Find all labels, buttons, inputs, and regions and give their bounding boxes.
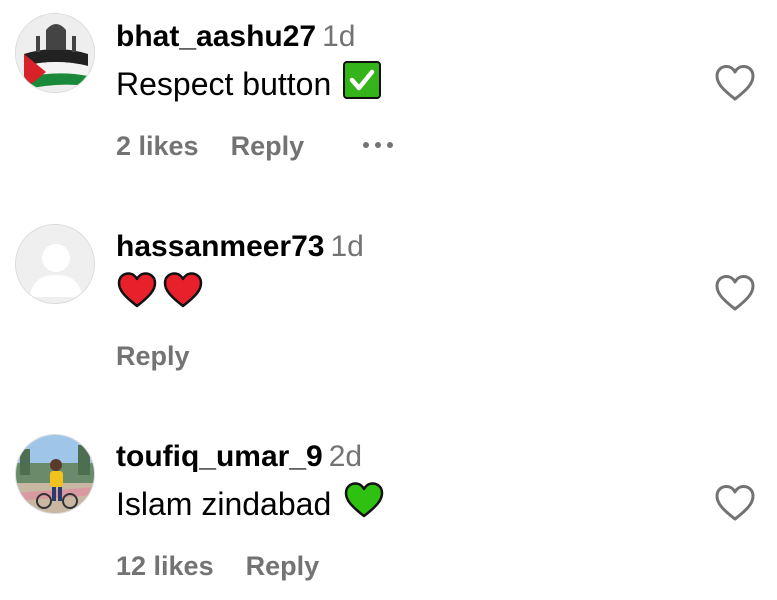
comment-username[interactable]: toufiq_umar_9 2d — [116, 440, 362, 474]
comment-username[interactable]: bhat_aashu27 1d — [116, 20, 355, 54]
comment-actions: 12 likes Reply — [116, 551, 319, 582]
reply-button[interactable]: Reply — [231, 131, 305, 162]
comment-text-content: Islam zindabad — [116, 485, 332, 522]
default-avatar-icon — [16, 225, 94, 303]
palestine-flag-avatar-icon — [16, 14, 94, 92]
red-heart-icon — [116, 271, 158, 317]
reply-button[interactable]: Reply — [246, 551, 320, 582]
comment-timestamp: 1d — [330, 230, 364, 263]
comment-actions: 2 likes Reply — [116, 131, 304, 162]
comment-text-content: Respect button — [116, 65, 332, 102]
avatar[interactable] — [15, 224, 95, 304]
avatar[interactable] — [15, 13, 95, 93]
comment-text: Respect button — [116, 61, 382, 107]
like-heart-icon[interactable] — [714, 484, 756, 522]
red-heart-icon — [162, 271, 204, 317]
reply-button[interactable]: Reply — [116, 341, 190, 372]
comment-item: bhat_aashu27 1d Respect button 2 likes Re… — [0, 0, 777, 200]
comment-item: hassanmeer73 1d Reply — [0, 200, 777, 400]
likes-count[interactable]: 12 likes — [116, 551, 214, 582]
comment-username[interactable]: hassanmeer73 1d — [116, 230, 364, 264]
username-text[interactable]: hassanmeer73 — [116, 230, 324, 263]
photo-avatar-icon — [16, 435, 94, 513]
like-heart-icon[interactable] — [714, 274, 756, 312]
more-options-icon[interactable] — [363, 142, 393, 148]
comment-timestamp: 1d — [322, 20, 356, 53]
comment-text — [116, 271, 204, 317]
likes-count[interactable]: 2 likes — [116, 131, 199, 162]
like-heart-icon[interactable] — [714, 64, 756, 102]
comment-item: toufiq_umar_9 2d Islam zindabad 12 likes … — [0, 400, 777, 600]
comment-text: Islam zindabad — [116, 481, 385, 527]
comment-timestamp: 2d — [328, 440, 363, 473]
check-mark-button-icon — [343, 61, 382, 107]
green-heart-icon — [343, 481, 385, 527]
username-text[interactable]: toufiq_umar_9 — [116, 440, 323, 473]
comment-actions: Reply — [116, 341, 190, 372]
avatar[interactable] — [15, 434, 95, 514]
username-text[interactable]: bhat_aashu27 — [116, 20, 316, 53]
